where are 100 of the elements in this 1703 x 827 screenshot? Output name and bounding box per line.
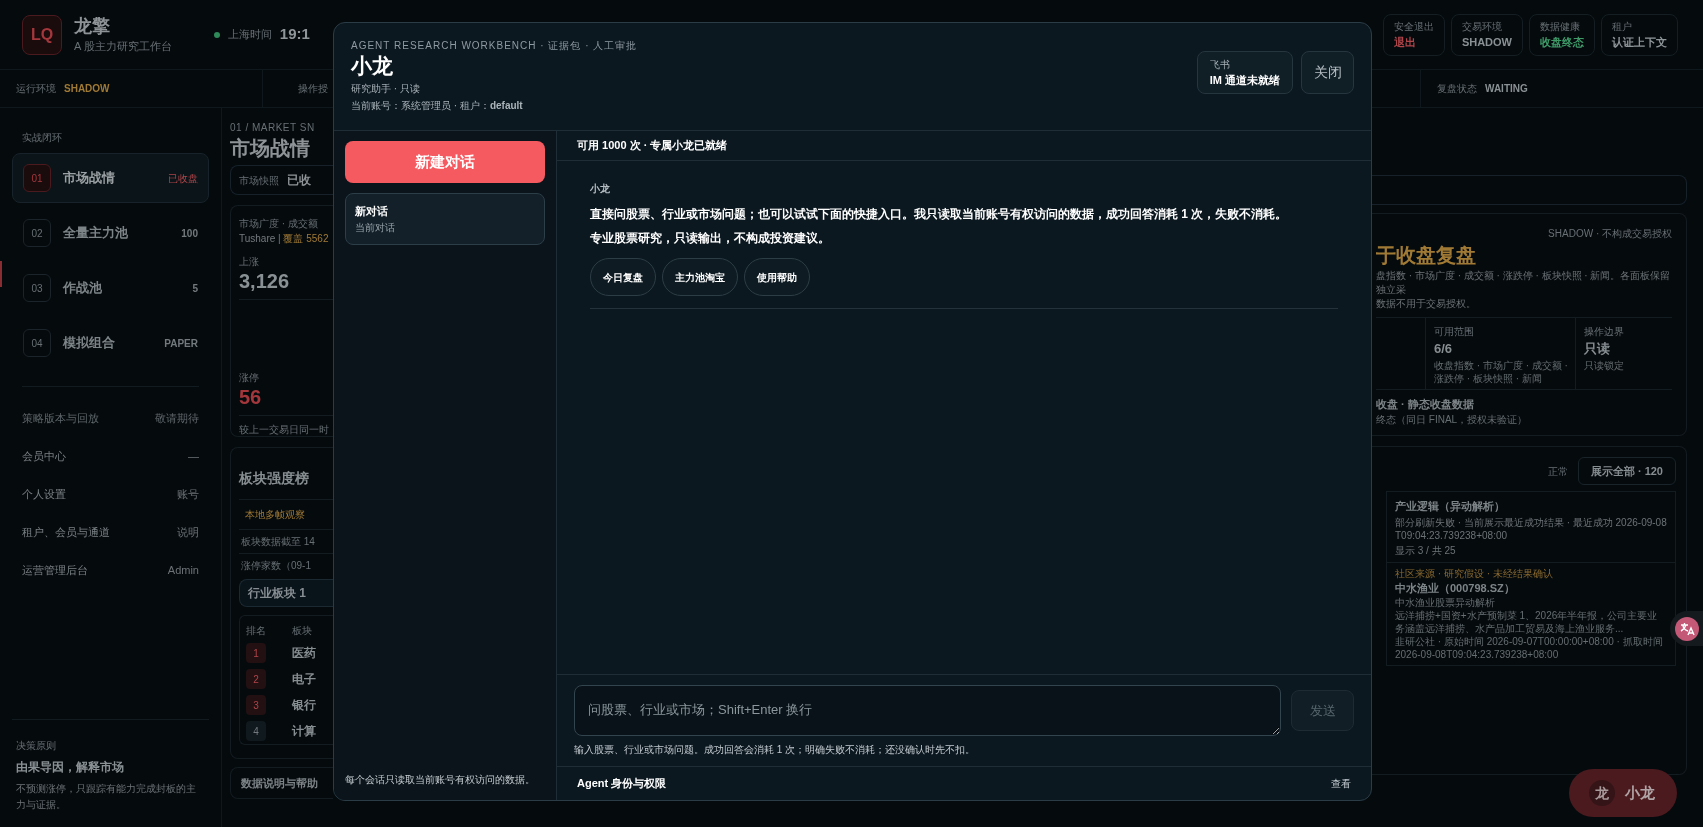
menu-item[interactable]: 运营管理后台 Admin xyxy=(12,551,209,589)
show-all-button[interactable]: 展示全部 · 120 xyxy=(1577,457,1676,485)
input-hint: 输入股票、行业或市场问题。成功回答会消耗 1 次；明确失败不消耗；还没确认时先不扣。 xyxy=(574,743,977,757)
nav-index: 04 xyxy=(23,329,51,357)
stat-note: 只读锁定 xyxy=(1584,358,1625,372)
nav-label: 全量主力池 xyxy=(63,224,128,243)
refresh-note: 部分刷新失败 · 当前展示最近成功结果 · 最近成功 2026-09-08T09:04:23.739238+08:00 xyxy=(1395,515,1667,542)
nav-item[interactable]: 03 作战池 5 xyxy=(12,263,209,313)
snapshot-label: 市场快照 xyxy=(239,173,279,188)
review-description: 数据不用于交易授权。 xyxy=(1376,297,1477,311)
stat-label: 可用范围 xyxy=(1434,325,1475,339)
channel-value: IM 通道未就绪 xyxy=(1209,72,1280,88)
translate-icon[interactable] xyxy=(1670,611,1703,646)
stat-label: 上涨 xyxy=(239,255,260,269)
view-link[interactable]: 查看 xyxy=(1331,776,1351,791)
menu-item[interactable]: 个人设置 账号 xyxy=(12,475,209,513)
dialog-title: 小龙 xyxy=(351,53,394,79)
nav-item[interactable]: 02 全量主力池 100 xyxy=(12,208,209,258)
status-value: 认证上下文 xyxy=(1612,34,1667,50)
quick-reply-chip[interactable]: 今日复盘 xyxy=(590,258,656,296)
message-sender: 小龙 xyxy=(590,182,611,196)
sector-name: 计算 xyxy=(292,723,316,740)
snapshot-value: 已收 xyxy=(287,172,311,189)
sector-name: 电子 xyxy=(292,671,316,688)
sector-filter[interactable]: 行业板块 1 xyxy=(239,579,333,607)
menu-item[interactable]: 租户、会员与通道 说明 xyxy=(12,513,209,551)
nav-label: 模拟组合 xyxy=(63,334,115,353)
channel-label: 飞书 xyxy=(1209,57,1231,72)
news-count: 显示 3 / 共 25 xyxy=(1395,543,1457,558)
page-eyebrow: 01 / MARKET SN xyxy=(230,121,316,135)
stat-value: 3,126 xyxy=(239,269,291,293)
account-info: 当前账号：系统管理员 · 租户：default xyxy=(351,99,524,113)
app-subtitle: A 股主力研究工作台 xyxy=(74,39,172,55)
nav-count: 5 xyxy=(192,281,198,296)
quick-reply-chip[interactable]: 主力池淘宝 xyxy=(662,258,738,296)
sector-title: 板块强度榜 xyxy=(239,469,310,488)
menu-item[interactable]: 会员中心 — xyxy=(12,437,209,475)
news-status: 正常 xyxy=(1547,464,1568,479)
nav-label: 作战池 xyxy=(63,279,102,298)
status-card[interactable]: 安全退出 退出 xyxy=(1382,13,1445,56)
stat-value: 只读 xyxy=(1584,340,1611,358)
active-indicator xyxy=(0,261,2,287)
stat-value: 56 xyxy=(239,385,263,409)
logo-badge: LQ xyxy=(22,14,62,55)
new-chat-button[interactable]: 新建对话 xyxy=(345,141,545,183)
principle-title: 由果导因，解释市场 xyxy=(16,759,125,776)
help-bar[interactable]: 数据说明与帮助 xyxy=(230,767,333,799)
session-note: 每个会话只读取当前账号有权访问的数据。 xyxy=(345,773,536,787)
breadth-title: 市场广度 · 成交额 xyxy=(239,217,319,231)
app-name: 龙擎 xyxy=(74,15,111,39)
news-title[interactable]: 中水渔业（000798.SZ） xyxy=(1395,579,1667,596)
status-title: 收盘 · 静态收盘数据 xyxy=(1376,396,1475,412)
data-source: Tushare | 覆盖 5562 xyxy=(239,232,330,246)
env-label: 复盘状态 xyxy=(1437,82,1477,96)
rank-badge: 4 xyxy=(246,721,266,741)
news-meta: 韭研公社 · 原始时间 2026-09-07T00:00:00+08:00 · 抓取时间 2026-09-08T09:04:23.739238+08:00 xyxy=(1395,635,1664,661)
nav-item[interactable]: 01 市场战情 已收盘 xyxy=(12,153,209,203)
status-card[interactable]: 租户 认证上下文 xyxy=(1601,13,1678,56)
rank-badge: 3 xyxy=(246,695,266,715)
status-card[interactable]: 数据健康 收盘终态 xyxy=(1529,13,1595,56)
review-title: 于收盘复盘 xyxy=(1376,243,1477,268)
rank-badge: 2 xyxy=(246,669,266,689)
principle-label: 决策原则 xyxy=(16,739,57,753)
dialog-role: 研究助手 · 只读 xyxy=(351,82,421,96)
status-label: 安全退出 xyxy=(1393,19,1434,34)
assistant-avatar: 龙 xyxy=(1589,780,1615,806)
column-header: 排名 xyxy=(246,623,267,638)
stat-note: 收盘指数 · 市场广度 · 成交额 · 涨跌停 · 板块快照 · 新闻 xyxy=(1434,358,1569,385)
assistant-button[interactable]: 龙 小龙 xyxy=(1569,769,1677,817)
review-description: 盘指数 · 市场广度 · 成交额 · 涨跌停 · 板块快照 · 新闻。各面板保留独立采 xyxy=(1376,269,1672,297)
news-topic: 产业逻辑（异动解析） xyxy=(1395,499,1506,514)
status-value: 退出 xyxy=(1393,34,1417,50)
clock-label: 上海时间 xyxy=(227,27,272,43)
close-button[interactable]: 关闭 xyxy=(1301,51,1354,94)
env-value: SHADOW xyxy=(64,82,110,96)
stat-label: 涨停 xyxy=(239,371,260,385)
section-label: 实战闭环 xyxy=(22,131,63,145)
observation-tab[interactable]: 本地多帧观察 xyxy=(239,500,333,529)
quick-reply-chip[interactable]: 使用帮助 xyxy=(744,258,810,296)
quota-status: 可用 1000 次 · 专属小龙已就绪 xyxy=(577,138,728,154)
nav-count: 已收盘 xyxy=(168,171,198,186)
nav-label: 市场战情 xyxy=(63,169,115,188)
status-label: 租户 xyxy=(1612,19,1633,34)
message-input[interactable]: 问股票、行业或市场；Shift+Enter 换行 xyxy=(574,685,1281,736)
nav-item[interactable]: 04 模拟组合 PAPER xyxy=(12,318,209,368)
nav-count: PAPER xyxy=(164,336,198,351)
status-value: 收盘终态 xyxy=(1540,34,1584,50)
status-label: 交易环境 xyxy=(1461,19,1503,34)
env-label: 运行环境 xyxy=(16,82,56,96)
stat-value: 6/6 xyxy=(1434,340,1454,358)
review-tag: SHADOW · 不构成交易授权 xyxy=(1548,226,1672,241)
nav-count: 100 xyxy=(181,226,198,241)
news-tag: 社区来源 · 研究假设 · 未经结果确认 xyxy=(1395,566,1667,580)
rank-badge: 1 xyxy=(246,643,266,663)
clock-text: 19:1 xyxy=(279,24,310,45)
session-item[interactable]: 新对话 当前对话 xyxy=(345,193,545,245)
nav-index: 03 xyxy=(23,274,51,302)
status-card[interactable]: 交易环境 SHADOW xyxy=(1450,13,1523,56)
nav-index: 01 xyxy=(23,164,51,192)
dialog-eyebrow: AGENT RESEARCH WORKBENCH · 证据包 · 人工审批 xyxy=(351,39,638,53)
